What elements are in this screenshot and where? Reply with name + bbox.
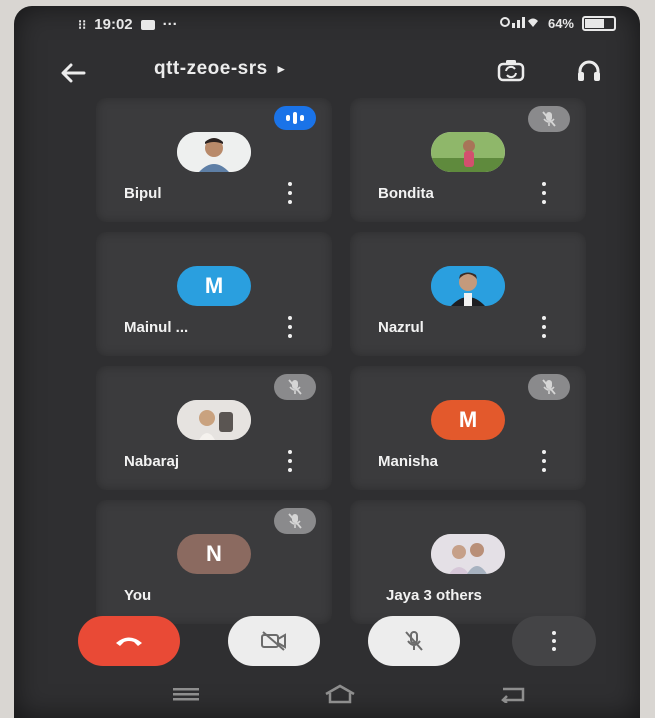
- more-vert-icon: [551, 631, 557, 651]
- call-header: qtt-zeoe-srs ▸: [14, 46, 640, 96]
- headphones-icon[interactable]: [574, 56, 604, 86]
- speaking-indicator-icon: [274, 106, 316, 130]
- status-right: 64%: [499, 16, 616, 31]
- avatar: M: [431, 400, 505, 440]
- participant-tile-others[interactable]: Jaya 3 others: [350, 500, 586, 624]
- mic-off-icon: [274, 508, 316, 534]
- switch-camera-icon[interactable]: [496, 56, 526, 86]
- more-options-icon[interactable]: [538, 316, 550, 338]
- mic-toggle-button[interactable]: [368, 616, 460, 666]
- camera-toggle-button[interactable]: [228, 616, 320, 666]
- system-nav-bar: [14, 672, 640, 718]
- meeting-code: qtt-zeoe-srs: [154, 58, 268, 79]
- more-options-icon[interactable]: [284, 450, 296, 472]
- participant-name: Bondita: [378, 185, 434, 202]
- meet-call-screen: ⁝⁝ 19:02 ··· 64% qtt-zeoe-srs ▸ Bipul Bo…: [14, 6, 640, 718]
- status-left: ⁝⁝ 19:02 ···: [78, 16, 178, 33]
- participant-tile-nazrul[interactable]: Nazrul: [350, 232, 586, 356]
- avatar: [431, 132, 505, 172]
- end-call-button[interactable]: [78, 616, 180, 666]
- message-icon: [140, 19, 155, 30]
- status-time: 19:02: [94, 16, 133, 33]
- more-options-icon[interactable]: [538, 182, 550, 204]
- header-actions: [496, 56, 604, 86]
- participant-grid: Bipul Bondita M Mainul ... Nazrul Nabara…: [96, 98, 596, 624]
- call-controls: [76, 616, 616, 670]
- more-options-button[interactable]: [512, 616, 596, 666]
- participant-name: Jaya 3 others: [386, 587, 482, 604]
- mic-off-icon: [274, 374, 316, 400]
- participant-name: Bipul: [124, 185, 162, 202]
- more-options-icon[interactable]: [284, 316, 296, 338]
- home-icon[interactable]: [320, 682, 360, 706]
- participant-name: Mainul ...: [124, 319, 189, 336]
- participant-tile-you[interactable]: N You: [96, 500, 332, 624]
- participant-name: You: [124, 587, 152, 604]
- avatar: M: [177, 266, 251, 306]
- status-bar: ⁝⁝ 19:02 ··· 64%: [14, 6, 640, 40]
- back-arrow-icon[interactable]: [56, 58, 90, 88]
- battery-percent: 64%: [547, 16, 574, 31]
- phone-end-icon: [116, 637, 142, 646]
- menu-icon[interactable]: [166, 682, 206, 706]
- participant-tile-manisha[interactable]: M Manisha: [350, 366, 586, 490]
- avatar: N: [177, 534, 251, 574]
- grid-notification-icon: ⁝⁝: [78, 16, 87, 32]
- more-options-icon[interactable]: [538, 450, 550, 472]
- caret-right-icon: ▸: [277, 61, 285, 76]
- meeting-title[interactable]: qtt-zeoe-srs ▸: [154, 58, 285, 80]
- camera-off-icon: [261, 631, 286, 651]
- participant-tile-bondita[interactable]: Bondita: [350, 98, 586, 222]
- more-options-icon[interactable]: [284, 182, 296, 204]
- back-nav-icon[interactable]: [494, 682, 534, 706]
- mic-off-icon: [405, 631, 423, 651]
- mic-off-icon: [528, 106, 570, 132]
- participant-name: Manisha: [378, 453, 439, 470]
- mic-off-icon: [528, 374, 570, 400]
- avatar: [431, 534, 505, 574]
- participant-tile-mainul[interactable]: M Mainul ...: [96, 232, 332, 356]
- avatar: [431, 266, 505, 306]
- status-dots: ···: [162, 16, 178, 33]
- participant-name: Nabaraj: [124, 453, 180, 470]
- participant-tile-nabaraj[interactable]: Nabaraj: [96, 366, 332, 490]
- avatar: [177, 132, 251, 172]
- signal-icon: [499, 16, 540, 31]
- participant-name: Nazrul: [378, 319, 424, 336]
- avatar: [177, 400, 251, 440]
- battery-icon: [582, 16, 616, 31]
- participant-tile-bipul[interactable]: Bipul: [96, 98, 332, 222]
